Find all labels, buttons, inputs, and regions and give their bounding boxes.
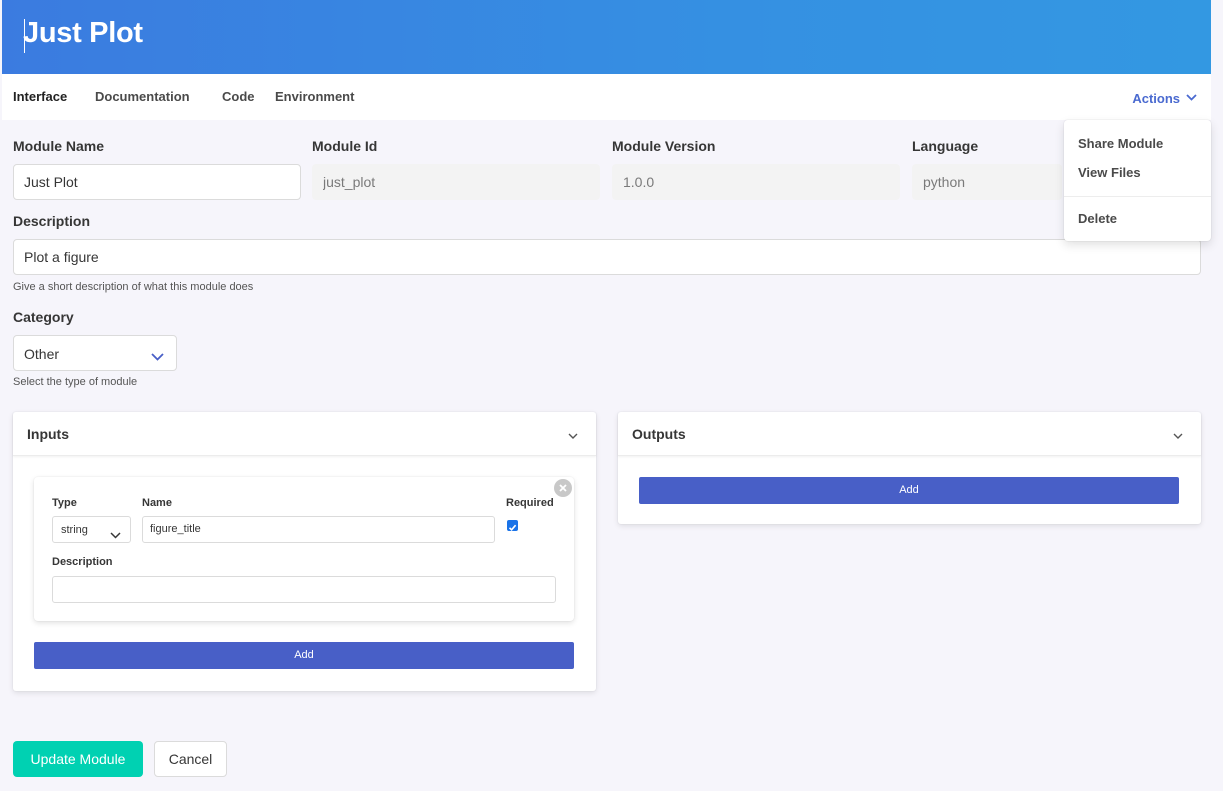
input-required-label: Required <box>506 497 554 509</box>
input-item-card: Type string Name figure_title Required D… <box>34 477 574 621</box>
module-name-label: Module Name <box>13 138 105 154</box>
module-id-field <box>312 164 600 200</box>
menu-divider <box>1064 196 1211 197</box>
app-header: Just Plot <box>2 0 1211 74</box>
input-type-label: Type <box>52 497 77 509</box>
tab-interface[interactable]: Interface <box>13 89 67 104</box>
inputs-panel-header[interactable]: Inputs <box>13 412 596 456</box>
description-label: Description <box>13 213 91 229</box>
page-title[interactable]: Just Plot <box>23 17 143 50</box>
tab-documentation[interactable]: Documentation <box>95 89 190 104</box>
actions-label: Actions <box>1132 91 1180 106</box>
module-version-label: Module Version <box>612 138 716 154</box>
module-name-input[interactable] <box>13 164 301 200</box>
update-module-button[interactable]: Update Module <box>13 741 143 777</box>
chevron-down-icon[interactable] <box>568 426 578 444</box>
actions-dropdown-button[interactable]: Actions <box>1132 89 1197 106</box>
outputs-panel-title: Outputs <box>632 426 686 442</box>
input-type-value: string <box>61 524 88 536</box>
input-name-field[interactable]: figure_title <box>142 516 495 543</box>
category-label: Category <box>13 309 74 325</box>
module-id-label: Module Id <box>312 138 378 154</box>
outputs-panel: Outputs Add <box>618 412 1201 524</box>
category-selected-value: Other <box>24 346 60 362</box>
add-input-button[interactable]: Add <box>34 642 574 669</box>
tab-environment[interactable]: Environment <box>275 89 354 104</box>
language-label: Language <box>912 138 979 154</box>
category-select[interactable]: Other <box>13 335 177 371</box>
chevron-down-icon[interactable] <box>1173 426 1183 444</box>
checkmark-icon <box>508 524 517 531</box>
description-input[interactable] <box>13 239 1201 275</box>
input-required-checkbox[interactable] <box>507 520 518 531</box>
input-description-field[interactable] <box>52 576 556 603</box>
close-icon <box>559 484 567 492</box>
menu-item-view-files[interactable]: View Files <box>1078 165 1141 180</box>
language-field <box>912 164 1062 200</box>
tab-bar: Interface Documentation Code Environment… <box>2 74 1211 120</box>
category-help-text: Select the type of module <box>13 376 138 388</box>
tab-code[interactable]: Code <box>222 89 255 104</box>
menu-item-share-module[interactable]: Share Module <box>1078 136 1163 151</box>
chevron-down-icon <box>1186 89 1197 104</box>
inputs-panel-title: Inputs <box>27 426 69 442</box>
input-type-select[interactable]: string <box>52 516 131 543</box>
remove-input-button[interactable] <box>554 479 572 497</box>
add-output-button[interactable]: Add <box>639 477 1179 504</box>
module-version-field <box>612 164 900 200</box>
chevron-down-icon <box>151 348 164 366</box>
input-name-label: Name <box>142 497 172 509</box>
chevron-down-icon <box>110 526 121 544</box>
cancel-button[interactable]: Cancel <box>154 741 227 777</box>
input-description-label: Description <box>52 556 113 568</box>
menu-item-delete[interactable]: Delete <box>1078 211 1117 226</box>
outputs-panel-header[interactable]: Outputs <box>618 412 1201 456</box>
description-help-text: Give a short description of what this mo… <box>13 281 254 293</box>
actions-menu: Share Module View Files Delete <box>1064 120 1211 241</box>
